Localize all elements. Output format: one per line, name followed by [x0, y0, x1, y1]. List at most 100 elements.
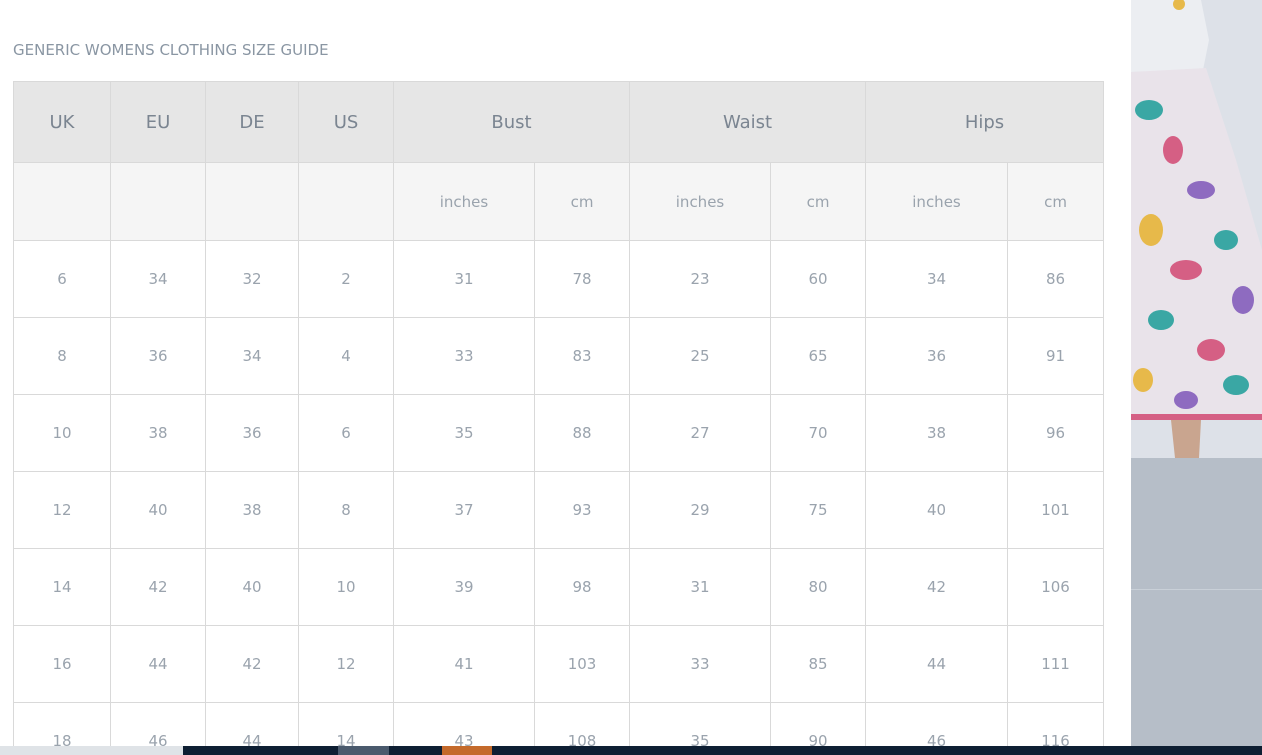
size-guide-modal: GENERIC WOMENS CLOTHING SIZE GUIDE UK EU… — [0, 0, 1131, 746]
cell-bust-cm: 78 — [533, 240, 631, 318]
footer-accent-segment — [442, 746, 492, 755]
cell-de: 32 — [205, 240, 299, 318]
cell-us: 10 — [298, 548, 394, 626]
cell-hips-cm: 86 — [1007, 240, 1105, 318]
page-divider — [1131, 589, 1262, 590]
cell-waist-cm: 80 — [770, 548, 867, 626]
cell-hips-cm: 106 — [1007, 548, 1105, 626]
cell-hips-cm: 91 — [1007, 317, 1105, 395]
cell-hips-inches: 42 — [865, 548, 1009, 626]
cell-bust-inches: 35 — [393, 394, 535, 472]
cell-eu: 42 — [110, 548, 206, 626]
cell-hips-inches: 38 — [865, 394, 1009, 472]
cell-eu: 34 — [110, 240, 206, 318]
header-uk: UK — [13, 81, 111, 163]
cell-bust-inches: 31 — [393, 240, 535, 318]
cell-eu: 46 — [110, 702, 206, 746]
cell-bust-inches: 41 — [393, 625, 535, 703]
header-hips: Hips — [865, 81, 1105, 163]
cell-waist-inches: 35 — [629, 702, 772, 746]
cell-waist-cm: 60 — [770, 240, 867, 318]
cell-waist-cm: 75 — [770, 471, 867, 549]
cell-hips-cm: 111 — [1007, 625, 1105, 703]
cell-bust-cm: 98 — [533, 548, 631, 626]
cell-bust-cm: 88 — [533, 394, 631, 472]
table-row: 16 44 42 12 41 103 33 85 44 111 — [13, 625, 1105, 703]
table-header-row: UK EU DE US Bust Waist Hips — [13, 81, 1105, 163]
cell-de: 34 — [205, 317, 299, 395]
cell-waist-inches: 33 — [629, 625, 772, 703]
table-row: 14 42 40 10 39 98 31 80 42 106 — [13, 548, 1105, 626]
cell-de: 44 — [205, 702, 299, 746]
cell-us: 12 — [298, 625, 394, 703]
size-guide-table: UK EU DE US Bust Waist Hips inches cm in… — [13, 81, 1105, 746]
cell-uk: 16 — [13, 625, 111, 703]
header-waist: Waist — [629, 81, 867, 163]
cell-de: 42 — [205, 625, 299, 703]
cell-hips-cm: 96 — [1007, 394, 1105, 472]
background-footer-bar — [0, 746, 1262, 755]
cell-uk: 18 — [13, 702, 111, 746]
unit-waist-cm: cm — [770, 162, 867, 241]
cell-eu: 44 — [110, 625, 206, 703]
modal-title: GENERIC WOMENS CLOTHING SIZE GUIDE — [13, 41, 329, 59]
cell-bust-cm: 108 — [533, 702, 631, 746]
cell-uk: 6 — [13, 240, 111, 318]
cell-eu: 38 — [110, 394, 206, 472]
header-us: US — [298, 81, 394, 163]
cell-us: 6 — [298, 394, 394, 472]
cell-waist-cm: 65 — [770, 317, 867, 395]
cell-de: 40 — [205, 548, 299, 626]
footer-segment — [338, 746, 389, 755]
cell-eu: 40 — [110, 471, 206, 549]
cell-us: 14 — [298, 702, 394, 746]
cell-bust-inches: 39 — [393, 548, 535, 626]
unit-hips-cm: cm — [1007, 162, 1105, 241]
cell-hips-cm: 101 — [1007, 471, 1105, 549]
cell-waist-cm: 70 — [770, 394, 867, 472]
table-row: 18 46 44 14 43 108 35 90 46 116 — [13, 702, 1105, 746]
header-bust: Bust — [392, 81, 631, 163]
cell-hips-inches: 36 — [865, 317, 1009, 395]
cell-waist-cm: 85 — [770, 625, 867, 703]
header-de: DE — [205, 81, 299, 163]
cell-eu: 36 — [110, 317, 206, 395]
cell-us: 4 — [298, 317, 394, 395]
cell-bust-inches: 37 — [393, 471, 535, 549]
header-eu: EU — [110, 81, 206, 163]
unit-waist-inches: inches — [629, 162, 772, 241]
cell-hips-inches: 40 — [865, 471, 1009, 549]
cell-waist-inches: 31 — [629, 548, 772, 626]
unit-bust-inches: inches — [393, 162, 535, 241]
unit-bust-cm: cm — [533, 162, 631, 241]
cell-uk: 10 — [13, 394, 111, 472]
units-empty-cell — [298, 162, 394, 241]
units-empty-cell — [205, 162, 299, 241]
table-row: 8 36 34 4 33 83 25 65 36 91 — [13, 317, 1105, 395]
cell-uk: 12 — [13, 471, 111, 549]
cell-hips-inches: 44 — [865, 625, 1009, 703]
cell-bust-cm: 103 — [533, 625, 631, 703]
units-empty-cell — [110, 162, 206, 241]
cell-waist-inches: 29 — [629, 471, 772, 549]
product-image — [1131, 0, 1262, 458]
cell-bust-inches: 33 — [393, 317, 535, 395]
table-units-row: inches cm inches cm inches cm — [13, 162, 1105, 241]
table-row: 12 40 38 8 37 93 29 75 40 101 — [13, 471, 1105, 549]
cell-de: 36 — [205, 394, 299, 472]
cell-uk: 14 — [13, 548, 111, 626]
cell-uk: 8 — [13, 317, 111, 395]
cell-waist-inches: 25 — [629, 317, 772, 395]
footer-segment — [0, 746, 183, 755]
cell-hips-inches: 34 — [865, 240, 1009, 318]
cell-us: 2 — [298, 240, 394, 318]
cell-bust-inches: 43 — [393, 702, 535, 746]
cell-bust-cm: 93 — [533, 471, 631, 549]
units-empty-cell — [13, 162, 111, 241]
cell-hips-inches: 46 — [865, 702, 1009, 746]
cell-hips-cm: 116 — [1007, 702, 1105, 746]
table-row: 10 38 36 6 35 88 27 70 38 96 — [13, 394, 1105, 472]
table-row: 6 34 32 2 31 78 23 60 34 86 — [13, 240, 1105, 318]
unit-hips-inches: inches — [865, 162, 1009, 241]
cell-bust-cm: 83 — [533, 317, 631, 395]
